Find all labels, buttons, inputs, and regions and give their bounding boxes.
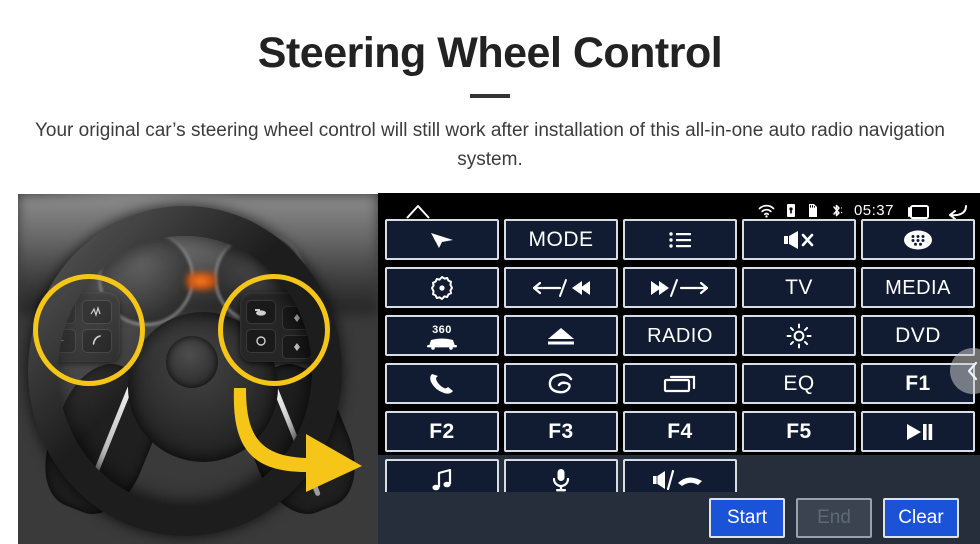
svg-text:360: 360 <box>432 324 452 336</box>
grid-button-tv[interactable]: TV <box>742 267 856 308</box>
chevron-left-icon <box>967 361 978 381</box>
grid-button-brightness[interactable] <box>742 315 856 356</box>
steering-wheel-photo: + − <box>18 194 378 544</box>
clear-button-label: Clear <box>898 507 944 528</box>
usb-icon <box>786 203 796 218</box>
grid-button-f4[interactable]: F4 <box>623 411 737 452</box>
grid-button-f2[interactable]: F2 <box>385 411 499 452</box>
prev-seek-icon <box>532 278 590 297</box>
grid-button-camera-360[interactable]: 360 <box>385 315 499 356</box>
wifi-icon <box>758 204 775 218</box>
gear-dot-icon <box>431 275 453 300</box>
swirl-icon <box>548 372 573 393</box>
speaker-mute-icon <box>784 230 814 249</box>
page-root: Steering Wheel Control Your original car… <box>0 0 980 544</box>
action-button-bar: Start End Clear <box>378 492 980 544</box>
grid-button-settings[interactable] <box>385 267 499 308</box>
highlight-circle-right <box>218 274 330 386</box>
grid-button-label: TV <box>785 276 813 299</box>
sdcard-icon <box>807 203 819 218</box>
title-divider <box>470 94 510 98</box>
page-header: Steering Wheel Control Your original car… <box>0 0 980 193</box>
eject-icon <box>548 327 574 344</box>
end-button-label: End <box>817 507 851 528</box>
grid-button-f3[interactable]: F3 <box>504 411 618 452</box>
list-menu-icon <box>669 231 691 248</box>
grid-button-dvd[interactable]: DVD <box>861 315 975 356</box>
highlight-circle-left <box>33 274 145 386</box>
phone-handset-icon <box>430 373 453 394</box>
grid-button-label: EQ <box>783 372 815 395</box>
home-icon[interactable] <box>404 202 432 220</box>
grid-button-label: RADIO <box>647 324 713 347</box>
page-subtitle: Your original car’s steering wheel contr… <box>34 120 945 170</box>
car-radio-screen: 05:37 MODE TV MEDIA 360 RADIO DVD EQ F1 … <box>378 193 980 544</box>
grid-button-radio[interactable]: RADIO <box>623 315 737 356</box>
start-button[interactable]: Start <box>709 498 785 538</box>
pointer-arrow <box>228 382 378 492</box>
grid-button-label: MEDIA <box>885 276 951 299</box>
status-clock: 05:37 <box>853 202 894 219</box>
grid-button-mute[interactable] <box>742 219 856 260</box>
grid-button-label: F3 <box>548 420 574 443</box>
curved-arrow-icon <box>233 388 362 492</box>
grid-button-label: F5 <box>786 420 812 443</box>
grid-button-phone-call[interactable] <box>385 363 499 404</box>
grid-button-label: F2 <box>429 420 455 443</box>
grid-button-desktop[interactable] <box>623 363 737 404</box>
microphone-icon <box>552 468 570 491</box>
grid-button-media[interactable]: MEDIA <box>861 267 975 308</box>
grid-button-apps[interactable] <box>861 219 975 260</box>
play-pause-icon <box>907 423 933 440</box>
grid-button-f5[interactable]: F5 <box>742 411 856 452</box>
back-icon[interactable] <box>944 202 970 220</box>
function-button-grid: MODE TV MEDIA 360 RADIO DVD EQ F1 F2 F3 … <box>385 219 975 500</box>
grid-button-swirl[interactable] <box>504 363 618 404</box>
page-title: Steering Wheel Control <box>257 29 723 77</box>
end-button[interactable]: End <box>796 498 872 538</box>
grid-button-mode[interactable]: MODE <box>504 219 618 260</box>
grid-button-label: DVD <box>895 324 941 347</box>
grid-button-eject[interactable] <box>504 315 618 356</box>
recents-icon[interactable] <box>905 202 933 220</box>
grid-button-label: MODE <box>528 228 594 251</box>
grid-button-next-track[interactable] <box>623 267 737 308</box>
window-rectangle-icon <box>663 375 696 392</box>
bluetooth-icon <box>830 203 843 218</box>
grid-button-eq[interactable]: EQ <box>742 363 856 404</box>
grid-button-menu-list[interactable] <box>623 219 737 260</box>
start-button-label: Start <box>726 507 768 528</box>
grid-button-prev-track[interactable] <box>504 267 618 308</box>
grid-button-label: F4 <box>667 420 693 443</box>
apps-grid-icon <box>904 230 932 249</box>
car-360-icon: 360 <box>427 324 457 350</box>
brightness-sun-icon <box>786 323 812 348</box>
grid-button-play-pause[interactable] <box>861 411 975 452</box>
next-seek-icon <box>651 278 709 297</box>
grid-button-label: F1 <box>905 372 931 395</box>
navigation-arrow-icon <box>431 232 453 248</box>
clear-button[interactable]: Clear <box>883 498 959 538</box>
music-note-icon <box>432 468 452 490</box>
speaker-hangup-icon <box>653 469 702 490</box>
grid-button-navigation[interactable] <box>385 219 499 260</box>
